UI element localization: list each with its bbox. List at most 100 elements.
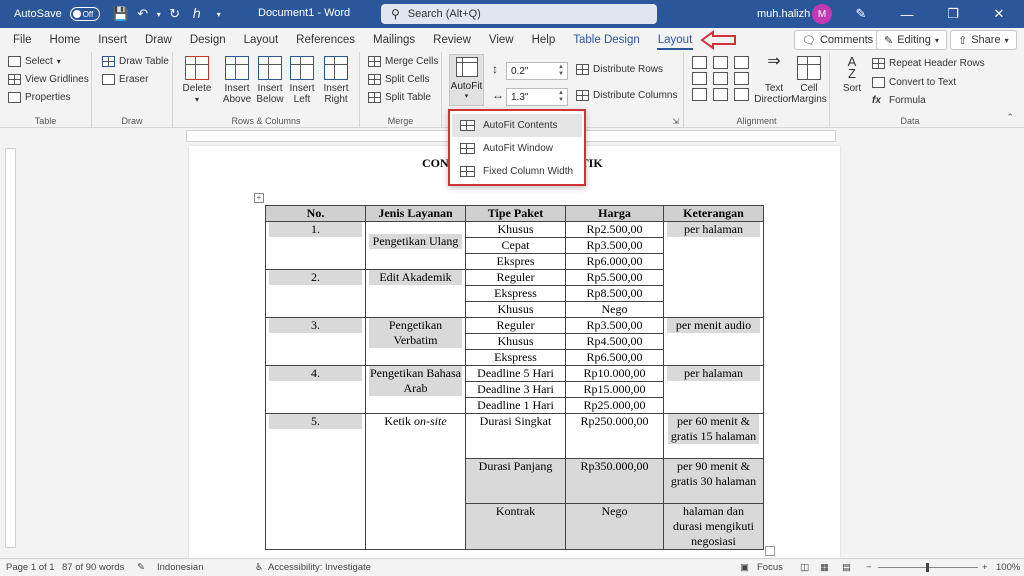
table-cell-harga[interactable]: Rp6.000,00 bbox=[565, 253, 664, 270]
proofing-icon[interactable]: ✎ bbox=[137, 562, 145, 573]
price-table[interactable]: No. Jenis Layanan Tipe Paket Harga Keter… bbox=[265, 205, 764, 550]
tab-insert[interactable]: Insert bbox=[89, 28, 136, 52]
align-top-right-icon[interactable] bbox=[734, 56, 749, 69]
table-cell-no[interactable]: 2. bbox=[265, 269, 366, 318]
table-cell-harga[interactable]: Rp350.000,00 bbox=[565, 458, 664, 504]
insert-below-button[interactable]: Insert Below bbox=[255, 56, 285, 105]
align-bottom-right-icon[interactable] bbox=[734, 88, 749, 101]
table-cell-keterangan[interactable]: halaman dan durasi mengikuti negosiasi bbox=[663, 503, 764, 550]
share-button[interactable]: ⇧ Share ▾ bbox=[950, 30, 1017, 50]
language[interactable]: Indonesian bbox=[157, 562, 203, 573]
undo-dropdown-icon[interactable]: ▾ bbox=[154, 3, 164, 25]
focus-icon[interactable]: ▣ bbox=[740, 562, 749, 573]
table-cell-layanan[interactable]: Pengetikan Bahasa Arab bbox=[365, 365, 466, 414]
tab-table-layout[interactable]: Layout bbox=[649, 28, 702, 52]
autofit-button[interactable]: AutoFit ▾ bbox=[449, 54, 484, 106]
align-top-left-icon[interactable] bbox=[692, 56, 707, 69]
table-cell-layanan[interactable]: Pengetikan Ulang bbox=[365, 221, 466, 270]
collapse-ribbon-icon[interactable]: ⌃ bbox=[1006, 112, 1014, 123]
table-cell-layanan[interactable]: Pengetikan Verbatim bbox=[365, 317, 466, 366]
insert-right-button[interactable]: Insert Right bbox=[321, 56, 351, 105]
delete-button[interactable]: Delete ▾ bbox=[183, 56, 211, 105]
focus-mode[interactable]: Focus bbox=[757, 562, 783, 573]
comments-button[interactable]: 🗨 Comments bbox=[794, 30, 882, 50]
table-cell-paket[interactable]: Ekspres bbox=[465, 253, 566, 270]
table-cell-layanan[interactable]: Edit Akademik bbox=[365, 269, 466, 318]
avatar[interactable]: M bbox=[812, 4, 832, 24]
tab-mailings[interactable]: Mailings bbox=[364, 28, 424, 52]
table-cell-harga[interactable]: Rp5.500,00 bbox=[565, 269, 664, 286]
table-cell-paket[interactable]: Kontrak bbox=[465, 503, 566, 550]
table-cell-paket[interactable]: Deadline 5 Hari bbox=[465, 365, 566, 382]
tab-design[interactable]: Design bbox=[181, 28, 235, 52]
eraser-button[interactable]: Eraser bbox=[102, 74, 148, 85]
table-move-handle-icon[interactable]: + bbox=[254, 193, 264, 203]
properties-button[interactable]: Properties bbox=[8, 92, 71, 103]
table-cell-harga[interactable]: Rp8.500,00 bbox=[565, 285, 664, 302]
autosave-toggle[interactable]: Off bbox=[69, 7, 100, 21]
header-cell[interactable]: No. bbox=[265, 205, 366, 222]
table-cell-paket[interactable]: Durasi Singkat bbox=[465, 413, 566, 459]
close-icon[interactable]: ✕ bbox=[976, 0, 1022, 28]
tab-view[interactable]: View bbox=[480, 28, 523, 52]
table-cell-no[interactable]: 4. bbox=[265, 365, 366, 414]
tab-table-design[interactable]: Table Design bbox=[564, 28, 648, 52]
table-cell-paket[interactable]: Cepat bbox=[465, 237, 566, 254]
dialog-launcher-icon[interactable]: ⇲ bbox=[672, 117, 679, 126]
insert-above-button[interactable]: Insert Above bbox=[221, 56, 253, 105]
tab-draw[interactable]: Draw bbox=[136, 28, 181, 52]
align-middle-left-icon[interactable] bbox=[692, 72, 707, 85]
table-cell-harga[interactable]: Rp25.000,00 bbox=[565, 397, 664, 414]
header-cell[interactable]: Keterangan bbox=[663, 205, 764, 222]
vertical-ruler[interactable] bbox=[5, 148, 16, 548]
zoom-out-icon[interactable]: − bbox=[866, 562, 872, 573]
select-button[interactable]: Select ▾ bbox=[8, 56, 61, 67]
web-layout-icon[interactable]: ▤ bbox=[842, 562, 851, 573]
distribute-columns-button[interactable]: Distribute Columns bbox=[576, 90, 677, 101]
formula-button[interactable]: fx Formula bbox=[872, 95, 926, 106]
save-icon[interactable]: 💾 bbox=[110, 3, 132, 25]
minimize-icon[interactable]: — bbox=[884, 0, 930, 28]
read-mode-icon[interactable]: ◫ bbox=[800, 562, 809, 573]
table-cell-paket[interactable]: Durasi Panjang bbox=[465, 458, 566, 504]
tab-home[interactable]: Home bbox=[41, 28, 90, 52]
table-cell-paket[interactable]: Khusus bbox=[465, 221, 566, 238]
pen-icon[interactable]: ✎ bbox=[838, 0, 884, 28]
convert-to-text-button[interactable]: Convert to Text bbox=[872, 77, 956, 88]
accessibility-status[interactable]: Accessibility: Investigate bbox=[268, 562, 371, 573]
header-cell[interactable]: Harga bbox=[565, 205, 664, 222]
split-table-button[interactable]: Split Table bbox=[368, 92, 431, 103]
table-cell-paket[interactable]: Reguler bbox=[465, 317, 566, 334]
table-cell-harga[interactable]: Rp2.500,00 bbox=[565, 221, 664, 238]
menu-item-autofit-contents[interactable]: AutoFit Contents bbox=[452, 114, 582, 137]
align-middle-center-icon[interactable] bbox=[713, 72, 728, 85]
table-cell-harga[interactable]: Rp4.500,00 bbox=[565, 333, 664, 350]
draw-table-button[interactable]: Draw Table bbox=[102, 56, 169, 67]
split-cells-button[interactable]: Split Cells bbox=[368, 74, 429, 85]
table-cell-harga[interactable]: Rp15.000,00 bbox=[565, 381, 664, 398]
tab-file[interactable]: File bbox=[4, 28, 41, 52]
table-cell-harga[interactable]: Nego bbox=[565, 301, 664, 318]
distribute-rows-button[interactable]: Distribute Rows bbox=[576, 64, 663, 75]
column-width-input[interactable]: 1.3" ▲ ▼ bbox=[506, 88, 568, 106]
repeat-header-rows-button[interactable]: Repeat Header Rows bbox=[872, 58, 985, 69]
tab-help[interactable]: Help bbox=[523, 28, 565, 52]
table-cell-layanan[interactable]: Ketik on-site bbox=[365, 413, 466, 550]
user-name[interactable]: muh.halizh bbox=[757, 8, 810, 20]
redo-icon[interactable]: ↻ bbox=[164, 3, 186, 25]
format-painter-icon[interactable]: ℎ bbox=[186, 3, 208, 25]
table-cell-keterangan[interactable]: per 90 menit & gratis 30 halaman bbox=[663, 458, 764, 504]
insert-left-button[interactable]: Insert Left bbox=[287, 56, 317, 105]
print-layout-icon[interactable]: ▦ bbox=[820, 562, 829, 573]
zoom-slider-thumb[interactable] bbox=[926, 563, 929, 572]
table-resize-handle-icon[interactable] bbox=[765, 546, 775, 556]
table-cell-paket[interactable]: Deadline 3 Hari bbox=[465, 381, 566, 398]
tab-review[interactable]: Review bbox=[424, 28, 480, 52]
table-cell-paket[interactable]: Ekspress bbox=[465, 285, 566, 302]
menu-item-fixed-column-width[interactable]: Fixed Column Width bbox=[452, 160, 582, 183]
text-direction-button[interactable]: ⇒ Text Direction bbox=[754, 54, 793, 106]
tab-references[interactable]: References bbox=[287, 28, 364, 52]
table-cell-no[interactable]: 5. bbox=[265, 413, 366, 550]
table-cell-paket[interactable]: Khusus bbox=[465, 301, 566, 318]
merge-cells-button[interactable]: Merge Cells bbox=[368, 56, 438, 67]
